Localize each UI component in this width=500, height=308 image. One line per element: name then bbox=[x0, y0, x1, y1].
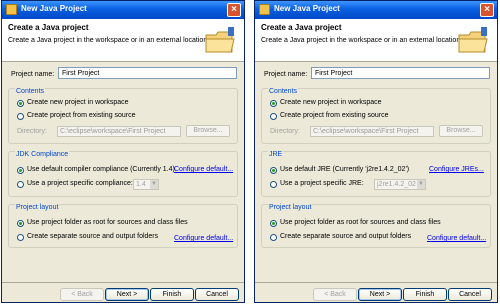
chevron-down-icon: ▼ bbox=[150, 180, 158, 189]
cancel-button[interactable]: Cancel bbox=[195, 288, 239, 301]
cancel-button[interactable]: Cancel bbox=[448, 288, 492, 301]
banner-title: Create a Java project bbox=[261, 23, 342, 32]
title-bar: New Java Project × bbox=[255, 1, 497, 19]
jre-group-title: JRE bbox=[268, 151, 284, 158]
finish-button[interactable]: Finish bbox=[150, 288, 194, 301]
single-folder-radio[interactable] bbox=[17, 220, 24, 227]
jre-select-value: j2re1.4.2_02 bbox=[377, 181, 416, 188]
compliance-select[interactable]: 1.4 ▼ bbox=[133, 179, 159, 190]
back-button[interactable]: < Back bbox=[60, 288, 104, 301]
folder-wizard-icon bbox=[205, 27, 235, 53]
banner-description: Create a Java project in the workspace o… bbox=[8, 37, 210, 44]
project-layout-group: Project layout Use project folder as roo… bbox=[8, 204, 238, 248]
contents-group: Contents Create new project in workspace… bbox=[8, 88, 238, 144]
single-folder-radio[interactable] bbox=[270, 220, 277, 227]
jre-select[interactable]: j2re1.4.2_02 ▼ bbox=[374, 179, 426, 190]
project-name-label: Project name: bbox=[264, 71, 308, 78]
java-project-icon bbox=[6, 4, 17, 15]
wizard-banner: Create a Java project Create a Java proj… bbox=[2, 19, 244, 62]
separate-folders-label: Create separate source and output folder… bbox=[27, 233, 159, 240]
create-in-workspace-label: Create new project in workspace bbox=[27, 99, 129, 106]
configure-default-link[interactable]: Configure default... bbox=[174, 166, 233, 173]
banner-description: Create a Java project in the workspace o… bbox=[261, 37, 463, 44]
window-title: New Java Project bbox=[274, 4, 340, 13]
jre-group: JRE Use default JRE (Currently 'j2re1.4.… bbox=[261, 151, 491, 197]
close-icon[interactable]: × bbox=[480, 3, 494, 17]
specific-jre-label: Use a project specific JRE: bbox=[280, 180, 364, 187]
jdk-compliance-group-title: JDK Compliance bbox=[15, 151, 70, 158]
project-name-label: Project name: bbox=[11, 71, 55, 78]
layout-configure-default-link[interactable]: Configure default... bbox=[174, 235, 233, 242]
layout-configure-default-link[interactable]: Configure default... bbox=[427, 235, 486, 242]
project-name-input[interactable]: First Project bbox=[311, 67, 490, 79]
single-folder-label: Use project folder as root for sources a… bbox=[27, 219, 188, 226]
directory-input[interactable]: C:\eclipse\workspace\First Project bbox=[57, 126, 181, 137]
next-button[interactable]: Next > bbox=[358, 288, 402, 301]
next-button[interactable]: Next > bbox=[105, 288, 149, 301]
java-project-icon bbox=[259, 4, 270, 15]
create-from-source-label: Create project from existing source bbox=[280, 112, 389, 119]
default-compliance-radio[interactable] bbox=[17, 167, 24, 174]
create-from-source-radio[interactable] bbox=[17, 113, 24, 120]
create-in-workspace-radio[interactable] bbox=[17, 100, 24, 107]
close-icon[interactable]: × bbox=[227, 3, 241, 17]
separate-folders-radio[interactable] bbox=[270, 234, 277, 241]
configure-jres-link[interactable]: Configure JREs... bbox=[429, 166, 484, 173]
browse-button[interactable]: Browse... bbox=[439, 125, 483, 137]
jdk-compliance-group: JDK Compliance Use default compiler comp… bbox=[8, 151, 238, 197]
button-separator bbox=[2, 282, 244, 283]
specific-jre-radio[interactable] bbox=[270, 181, 277, 188]
default-compliance-label: Use default compiler compliance (Current… bbox=[27, 166, 175, 173]
specific-compliance-radio[interactable] bbox=[17, 181, 24, 188]
single-folder-label: Use project folder as root for sources a… bbox=[280, 219, 441, 226]
default-jre-radio[interactable] bbox=[270, 167, 277, 174]
title-bar: New Java Project × bbox=[2, 1, 244, 19]
new-java-project-dialog-left: New Java Project × Create a Java project… bbox=[1, 0, 245, 303]
directory-label: Directory: bbox=[17, 128, 47, 135]
browse-button[interactable]: Browse... bbox=[186, 125, 230, 137]
finish-button[interactable]: Finish bbox=[403, 288, 447, 301]
project-layout-group-title: Project layout bbox=[15, 204, 60, 211]
directory-label: Directory: bbox=[270, 128, 300, 135]
project-layout-group: Project layout Use project folder as roo… bbox=[261, 204, 491, 248]
compliance-select-value: 1.4 bbox=[136, 181, 146, 188]
create-from-source-radio[interactable] bbox=[270, 113, 277, 120]
create-in-workspace-label: Create new project in workspace bbox=[280, 99, 382, 106]
folder-wizard-icon bbox=[458, 27, 488, 53]
banner-title: Create a Java project bbox=[8, 23, 89, 32]
back-button[interactable]: < Back bbox=[313, 288, 357, 301]
project-name-input[interactable]: First Project bbox=[58, 67, 237, 79]
separate-folders-label: Create separate source and output folder… bbox=[280, 233, 412, 240]
wizard-banner: Create a Java project Create a Java proj… bbox=[255, 19, 497, 62]
default-jre-label: Use default JRE (Currently 'j2re1.4.2_02… bbox=[280, 166, 410, 173]
separate-folders-radio[interactable] bbox=[17, 234, 24, 241]
create-from-source-label: Create project from existing source bbox=[27, 112, 136, 119]
chevron-down-icon: ▼ bbox=[417, 180, 425, 189]
create-in-workspace-radio[interactable] bbox=[270, 100, 277, 107]
specific-compliance-label: Use a project specific compliance: bbox=[27, 180, 133, 187]
contents-group-title: Contents bbox=[15, 88, 46, 95]
button-separator bbox=[255, 282, 497, 283]
new-java-project-dialog-right: New Java Project × Create a Java project… bbox=[254, 0, 498, 303]
contents-group: Contents Create new project in workspace… bbox=[261, 88, 491, 144]
directory-input[interactable]: C:\eclipse\workspace\First Project bbox=[310, 126, 434, 137]
contents-group-title: Contents bbox=[268, 88, 299, 95]
window-title: New Java Project bbox=[21, 4, 87, 13]
project-layout-group-title: Project layout bbox=[268, 204, 313, 211]
